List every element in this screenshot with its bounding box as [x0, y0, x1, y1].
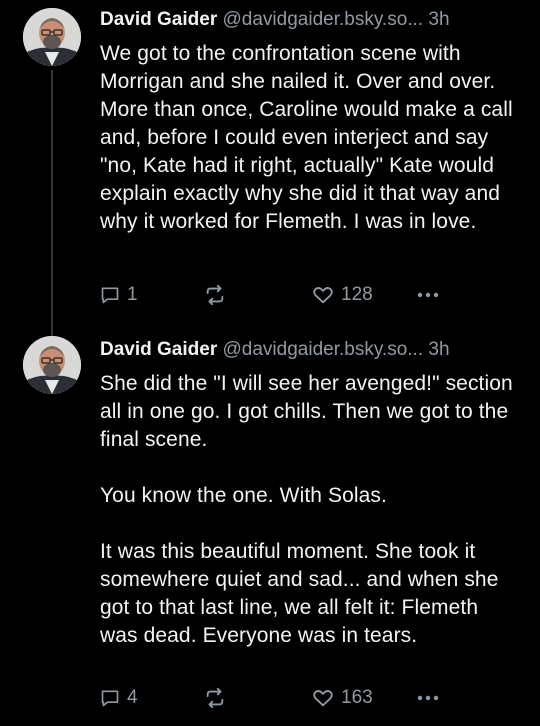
author-handle[interactable]: @davidgaider.bsky.so...: [223, 339, 424, 360]
thread-line: [51, 70, 53, 340]
more-icon: [416, 290, 440, 300]
post-text: She did the "I will see her avenged!" se…: [100, 372, 513, 647]
more-button[interactable]: [416, 281, 440, 309]
repost-icon: [204, 687, 226, 709]
repost-button[interactable]: [204, 684, 226, 712]
like-count: 163: [341, 687, 373, 708]
reply-icon: [100, 285, 120, 305]
avatar[interactable]: [23, 8, 81, 66]
more-button[interactable]: [416, 684, 440, 712]
reply-button[interactable]: 1: [100, 281, 138, 309]
like-button[interactable]: 128: [312, 281, 373, 309]
post[interactable]: David Gaider @davidgaider.bsky.so... 3h …: [0, 0, 540, 340]
author-handle[interactable]: @davidgaider.bsky.so...: [223, 9, 424, 30]
avatar[interactable]: [23, 336, 81, 394]
reply-button[interactable]: 4: [100, 684, 138, 712]
reply-count: 4: [127, 687, 138, 708]
post-header: David Gaider @davidgaider.bsky.so... 3h: [100, 8, 522, 32]
post-time[interactable]: 3h: [428, 9, 449, 30]
post-text: We got to the confrontation scene with M…: [100, 42, 513, 233]
repost-icon: [204, 284, 226, 306]
post-actions: 4 163: [100, 684, 520, 712]
like-button[interactable]: 163: [312, 684, 373, 712]
thread-line: [51, 318, 53, 330]
like-count: 128: [341, 284, 373, 305]
reply-count: 1: [127, 284, 138, 305]
author-name[interactable]: David Gaider: [100, 9, 217, 30]
repost-button[interactable]: [204, 281, 226, 309]
post-actions: 1 128: [100, 281, 520, 309]
heart-icon: [312, 687, 334, 709]
post-header: David Gaider @davidgaider.bsky.so... 3h: [100, 338, 522, 362]
post[interactable]: David Gaider @davidgaider.bsky.so... 3h …: [0, 318, 540, 726]
more-icon: [416, 693, 440, 703]
post-time[interactable]: 3h: [428, 339, 449, 360]
heart-icon: [312, 284, 334, 306]
reply-icon: [100, 688, 120, 708]
author-name[interactable]: David Gaider: [100, 339, 217, 360]
